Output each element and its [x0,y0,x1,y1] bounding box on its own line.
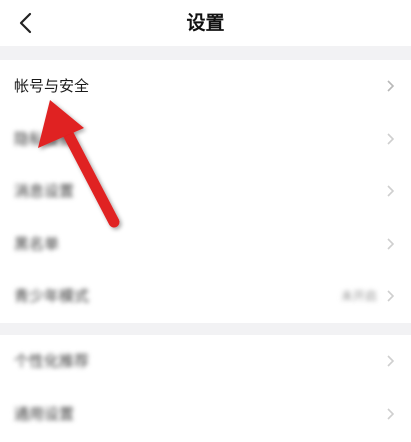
settings-item-value: 未开启 [340,289,377,304]
settings-item-account-security[interactable]: 帐号与安全 [0,60,411,113]
settings-item-personalized[interactable]: 个性化推荐 [0,335,411,388]
settings-item-teen-mode[interactable]: 青少年模式 未开启 [0,270,411,323]
chevron-right-icon [387,80,395,92]
settings-item-label: 黑名单 [14,234,60,253]
settings-group-1: 帐号与安全 隐私设置 消息设置 黑名单 青少年模式 未开启 [0,60,411,323]
svg-text:Bai: Bai [279,392,313,417]
settings-item-blacklist[interactable]: 黑名单 [0,218,411,271]
settings-item-label: 消息设置 [14,182,75,201]
settings-item-label: 帐号与安全 [14,77,90,95]
svg-text:经验: 经验 [351,400,373,414]
chevron-right-icon [387,355,395,367]
chevron-right-icon [387,290,395,302]
settings-item-label: 通用设置 [14,405,75,423]
watermark: Bai u 经验 [279,390,387,428]
settings-item-label: 隐私设置 [14,129,75,148]
header: 设置 [0,0,411,46]
baidu-paw-icon: Bai u 经验 [279,392,373,417]
settings-item-privacy[interactable]: 隐私设置 [0,113,411,166]
chevron-right-icon [387,133,395,145]
settings-item-notifications[interactable]: 消息设置 [0,165,411,218]
settings-item-label: 个性化推荐 [14,352,90,370]
settings-item-label: 青少年模式 [14,287,90,306]
svg-text:u: u [337,392,350,417]
page-title: 设置 [186,12,225,34]
chevron-right-icon [387,185,395,197]
chevron-right-icon [387,238,395,250]
